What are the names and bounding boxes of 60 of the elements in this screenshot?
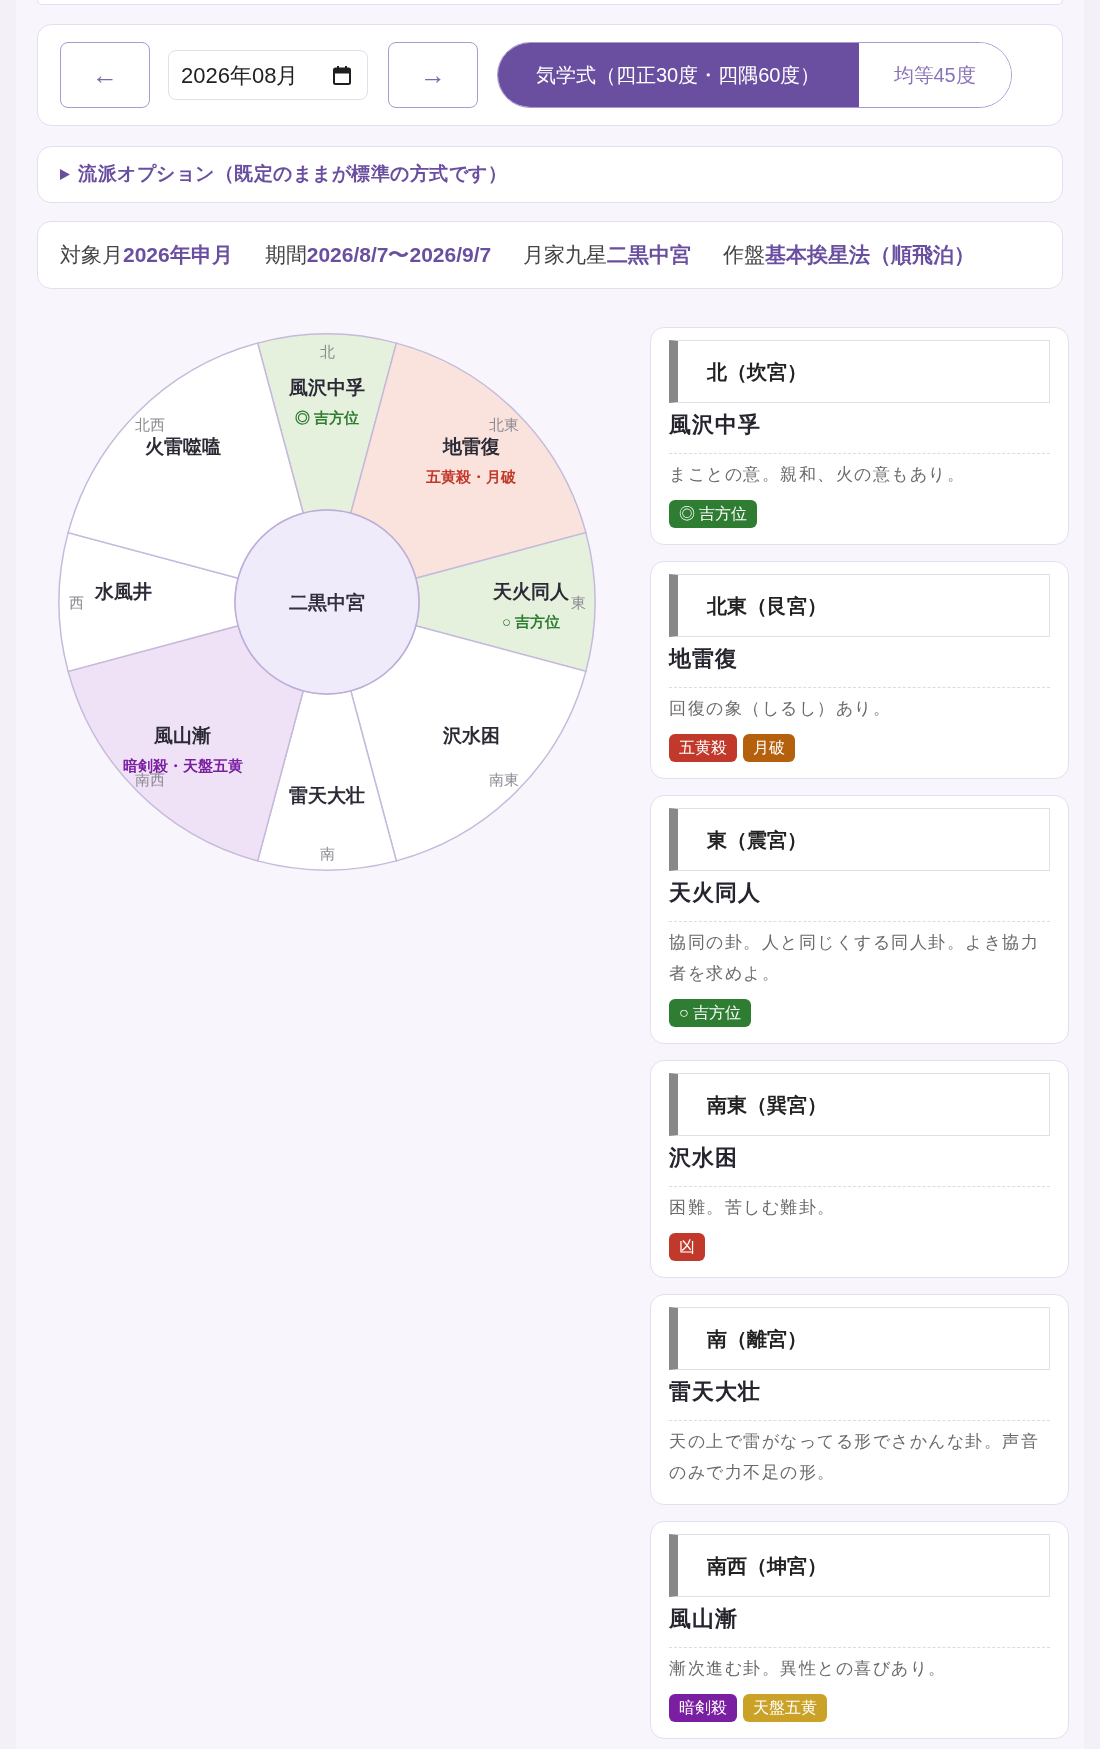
direction-label: 東: [570, 593, 586, 611]
hexagram-title: 風山漸: [669, 1604, 1050, 1648]
palace-heading: 東（震宮）: [669, 808, 1050, 871]
fortune-tag: 凶: [669, 1233, 705, 1261]
options-toggle[interactable]: 流派オプション（既定のままが標準の方式です）: [37, 146, 1063, 203]
summary-label: 期間: [264, 242, 307, 269]
hexagram-name: 風沢中孚: [289, 376, 365, 398]
hexagram-title: 沢水困: [669, 1143, 1050, 1187]
disclosure-triangle-icon[interactable]: [60, 169, 70, 180]
hexagram-description: 天の上で雷がなってる形でさかんな卦。声音のみで力不足の形。: [669, 1431, 1040, 1484]
hexagram-title: 天火同人: [669, 878, 1050, 922]
fortune-tag: 五黄殺: [669, 734, 737, 762]
previous-month-button[interactable]: ←: [60, 42, 150, 108]
fortune-tag: 暗剣殺: [669, 1694, 737, 1722]
hexagram-description: 回復の象（しるし）あり。: [669, 698, 892, 720]
direction-label: 北西: [134, 416, 165, 433]
fortune-label: 五黄殺・月破: [426, 468, 517, 486]
summary-label: 対象月: [60, 242, 123, 269]
calendar-icon[interactable]: [333, 65, 351, 85]
palace-heading: 南東（巽宮）: [669, 1073, 1050, 1136]
direction-label: 西: [68, 593, 84, 611]
hexagram-title: 地雷復: [669, 644, 1050, 688]
palace-heading: 南西（坤宮）: [669, 1534, 1050, 1597]
hexagram-name: 風山漸: [154, 724, 212, 746]
palace-heading: 北東（艮宮）: [669, 574, 1050, 637]
hexagram-name: 地雷復: [442, 436, 500, 458]
fortune-tag: 月破: [743, 734, 795, 762]
fortune-label: ○ 吉方位: [501, 612, 561, 630]
next-month-button[interactable]: →: [388, 42, 478, 108]
hexagram-name: 沢水困: [442, 724, 500, 746]
hexagram-title: 雷天大壮: [669, 1377, 1050, 1421]
direction-label: 南: [319, 844, 335, 862]
month-field[interactable]: 2026年08月: [168, 50, 368, 100]
hexagram-name: 火雷噬嗑: [144, 436, 221, 458]
direction-label: 北東: [489, 416, 520, 433]
mode-tab[interactable]: 気学式（四正30度・四隅60度）: [498, 43, 859, 107]
hexagram-name: 水風井: [94, 580, 152, 602]
fortune-tag: ○ 吉方位: [669, 999, 752, 1027]
summary-label: 作盤: [723, 242, 766, 269]
fortune-tag: 天盤五黄: [743, 1694, 827, 1722]
direction-label: 北: [319, 342, 335, 360]
palace-heading: 北（坎宮）: [669, 340, 1050, 403]
hexagram-description: 困難。苦しむ難卦。: [669, 1197, 837, 1219]
hexagram-description: 協同の卦。人と同じくする同人卦。よき協力者を求めよ。: [669, 932, 1040, 985]
center-label: 二黒中宮: [289, 591, 365, 613]
fortune-label: 暗剣殺・天盤五黄: [122, 756, 243, 774]
hexagram-title: 風沢中孚: [669, 410, 1050, 454]
summary-value: 2026/8/7〜2026/9/7: [306, 242, 492, 269]
hexagram-description: まことの意。親和、火の意もあり。: [669, 464, 966, 486]
fortune-tag: ◎ 吉方位: [669, 500, 758, 528]
hexagram-description: 漸次進む卦。異性との喜びあり。: [669, 1658, 948, 1680]
palace-heading: 南（離宮）: [669, 1307, 1050, 1370]
direction-label: 南東: [489, 771, 520, 788]
summary-value: 2026年申月: [123, 242, 233, 269]
summary-value: 基本挨星法（順飛泊）: [765, 242, 976, 269]
fortune-label: ◎ 吉方位: [294, 408, 360, 426]
summary-label: 月家九星: [523, 242, 608, 269]
hexagram-name: 天火同人: [493, 580, 569, 602]
summary-value: 二黒中宮: [607, 242, 692, 269]
hexagram-name: 雷天大壮: [289, 784, 365, 806]
